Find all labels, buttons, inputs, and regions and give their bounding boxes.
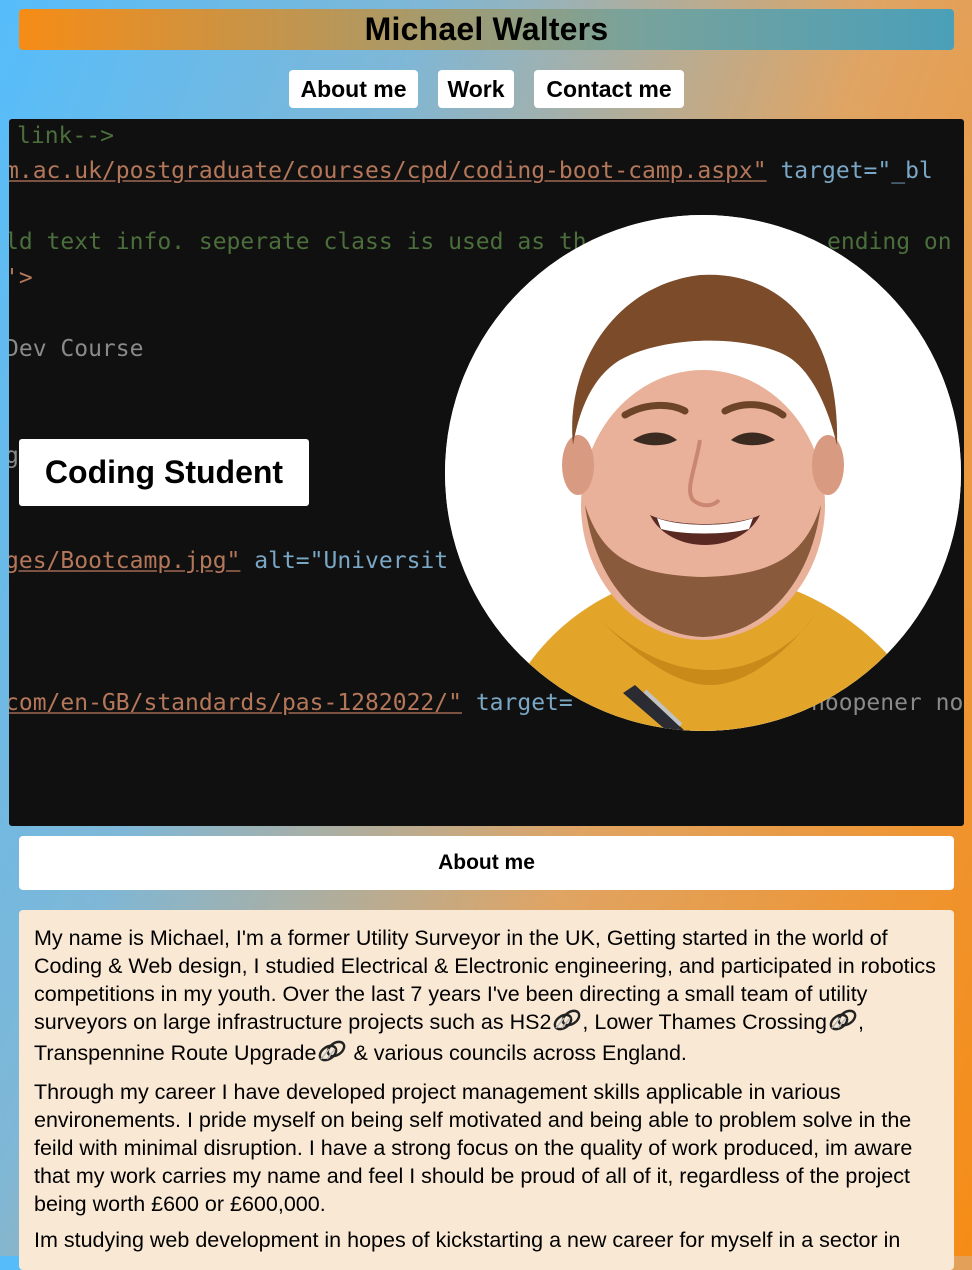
about-text: & various councils across England. — [347, 1041, 687, 1065]
code-line: g — [9, 443, 19, 469]
site-header: Michael Walters — [19, 9, 954, 50]
code-line: ending on — [827, 229, 952, 255]
about-section-body: My name is Michael, I'm a former Utility… — [19, 910, 954, 1270]
site-title: Michael Walters — [364, 11, 609, 47]
code-line: Dev Course — [9, 336, 144, 362]
coding-student-label: Coding Student — [19, 439, 309, 506]
about-text: , Lower Thames Crossing — [582, 1010, 827, 1034]
code-line: link--> — [17, 123, 114, 149]
code-line: '> — [9, 265, 33, 291]
about-section-heading: About me — [19, 836, 954, 890]
about-paragraph: Through my career I have developed proje… — [34, 1080, 913, 1216]
profile-photo — [445, 215, 961, 731]
nav-work-link[interactable]: Work — [438, 70, 514, 108]
code-line: m.ac.uk/postgraduate/courses/cpd/coding-… — [9, 158, 933, 184]
link-icon[interactable] — [317, 1039, 347, 1070]
nav-about-link[interactable]: About me — [289, 70, 418, 108]
portrait-illustration — [445, 215, 961, 731]
code-line: ges/Bootcamp.jpg" alt="Universit — [9, 548, 449, 574]
link-icon[interactable] — [828, 1008, 858, 1039]
about-heading-text: About me — [438, 851, 535, 874]
hero-label-text: Coding Student — [44, 454, 284, 490]
code-line: com/en-GB/standards/pas-1282022/" target… — [9, 690, 573, 716]
about-paragraph: My name is Michael, I'm a former Utility… — [34, 924, 939, 1070]
nav-contact-link[interactable]: Contact me — [534, 70, 684, 108]
link-icon[interactable] — [552, 1008, 582, 1039]
about-paragraph: Im studying web development in hopes of … — [34, 1228, 901, 1252]
code-line: ld text info. seperate class is used as … — [9, 229, 587, 255]
